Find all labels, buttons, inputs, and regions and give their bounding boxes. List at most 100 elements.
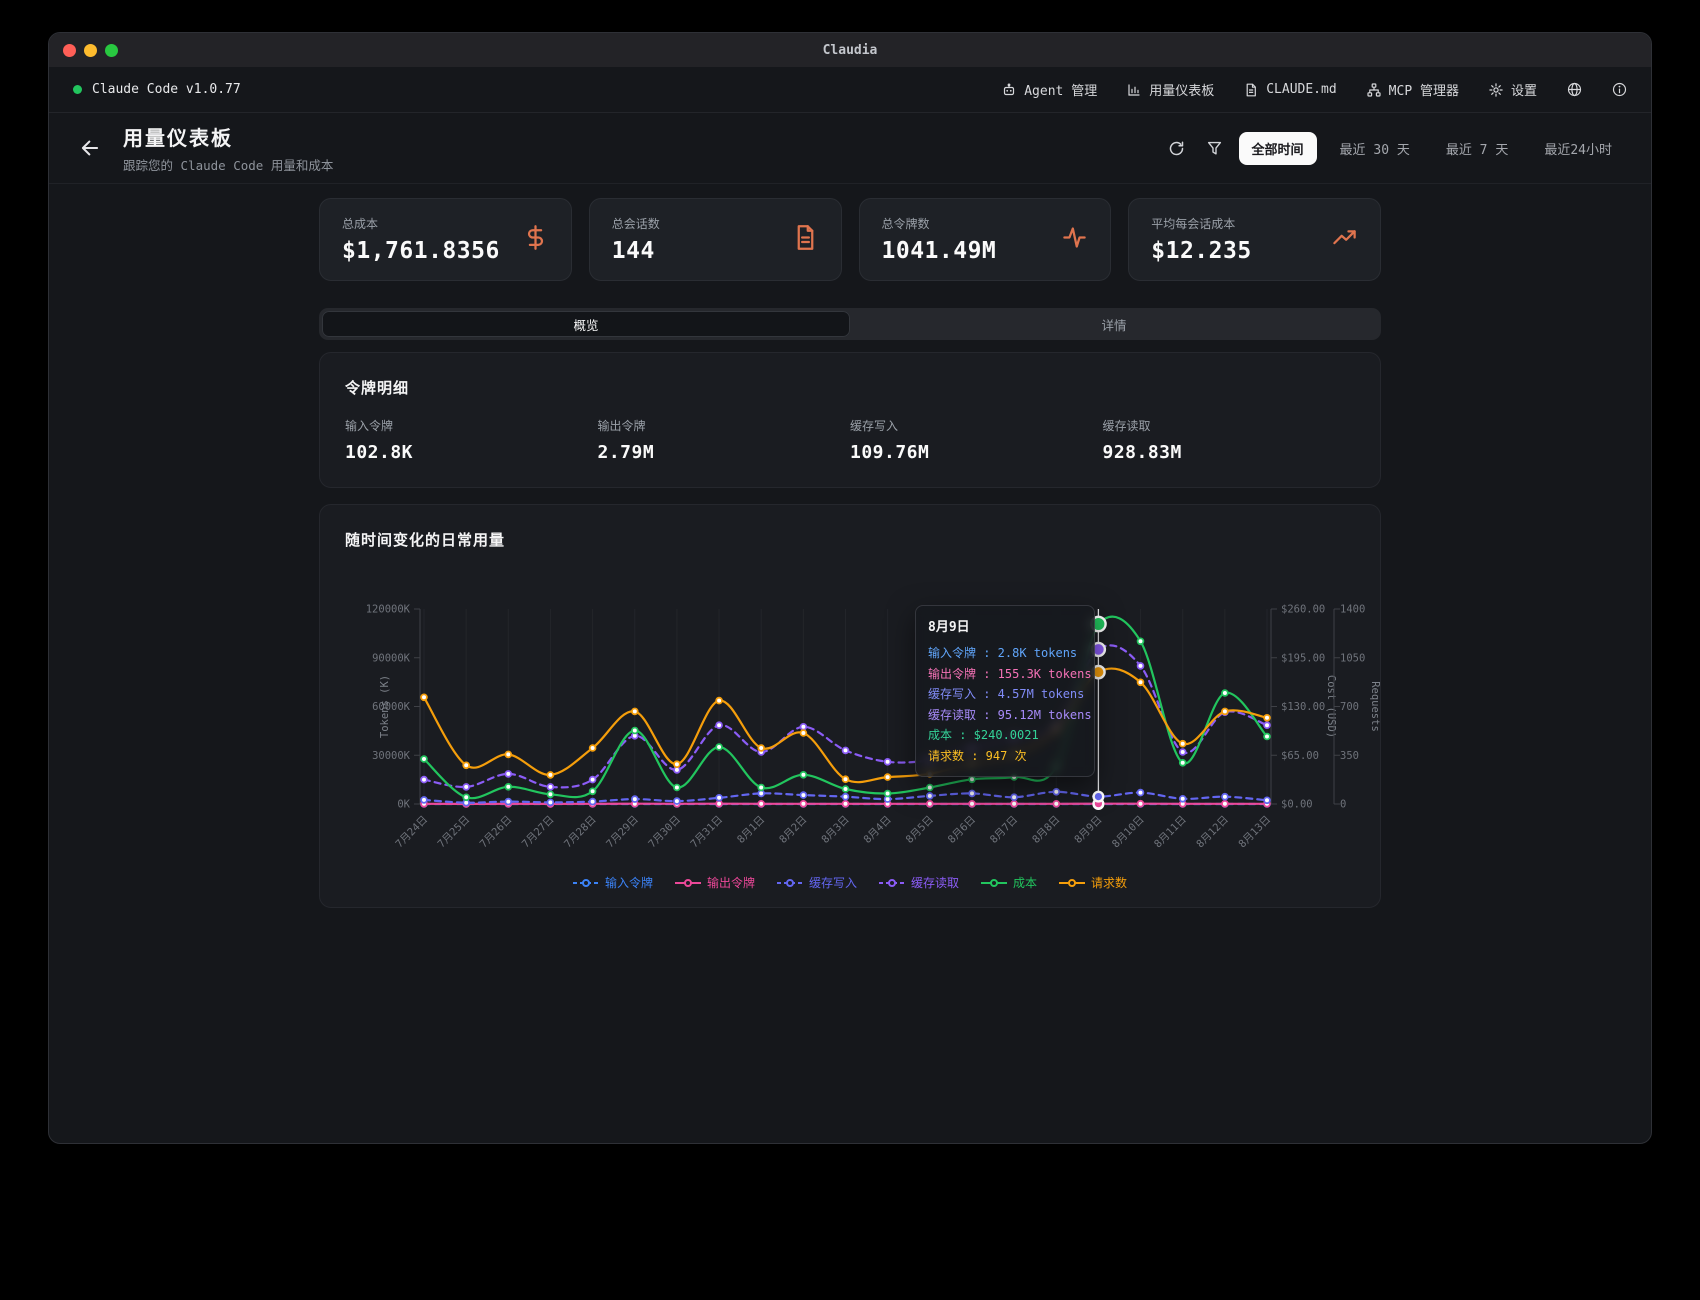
svg-text:8月4日: 8月4日 (861, 814, 893, 846)
nav-item-usage[interactable]: 用量仪表板 (1127, 80, 1214, 99)
refresh-button[interactable] (1163, 134, 1191, 162)
token-breakdown-item: 缓存写入 109.76M (850, 417, 1103, 463)
titlebar: Claudia (49, 33, 1651, 67)
token-item-label: 缓存写入 (850, 417, 1103, 434)
stat-icon-wrap (1331, 224, 1358, 255)
gear-icon (1489, 83, 1503, 97)
nav-item-claudemd[interactable]: CLAUDE.md (1244, 82, 1336, 97)
stat-value: $1,761.8356 (342, 238, 500, 264)
nav-item-mcp[interactable]: MCP 管理器 (1367, 80, 1459, 99)
stat-text: 平均每会话成本 $12.235 (1151, 215, 1251, 264)
svg-text:8月12日: 8月12日 (1194, 814, 1231, 851)
legend-label: 输出令牌 (707, 874, 755, 891)
main-content: 总成本 $1,761.8356 总会话数 144 总令牌数 1041.49M 平… (49, 198, 1651, 908)
zoom-window-button[interactable] (105, 44, 118, 57)
filter-button[interactable] (1201, 134, 1229, 162)
window-title: Claudia (49, 43, 1651, 58)
svg-text:8月9日: 8月9日 (1072, 814, 1104, 846)
app-window: Claudia Claude Code v1.0.77 Agent 管理用量仪表… (48, 32, 1652, 1144)
dollar-icon (522, 224, 549, 251)
stat-cards-row: 总成本 $1,761.8356 总会话数 144 总令牌数 1041.49M 平… (319, 198, 1381, 281)
legend-swatch-icon (573, 878, 599, 888)
chart-title: 随时间变化的日常用量 (345, 529, 1355, 550)
legend-swatch-icon (675, 878, 701, 888)
stat-text: 总会话数 144 (612, 215, 660, 264)
svg-text:700: 700 (1340, 701, 1359, 713)
svg-text:8月11日: 8月11日 (1152, 814, 1189, 851)
token-item-value: 928.83M (1103, 442, 1356, 463)
nav-item-agents[interactable]: Agent 管理 (1002, 80, 1097, 99)
file-icon (1244, 83, 1258, 97)
network-icon (1367, 83, 1381, 97)
app-status: Claude Code v1.0.77 (73, 82, 241, 97)
stat-label: 总令牌数 (882, 215, 997, 232)
stat-value: 144 (612, 238, 660, 264)
daily-usage-chart[interactable]: 120000K90000K60000K30000K0KTokens (K)$26… (320, 559, 1382, 859)
tooltip-row: 缓存读取 : 95.12M tokens (928, 705, 1082, 726)
svg-text:0: 0 (1340, 799, 1346, 811)
arrow-left-icon (81, 139, 99, 157)
tooltip-row: 输入令牌 : 2.8K tokens (928, 643, 1082, 664)
time-filter-all[interactable]: 全部时间 (1239, 132, 1317, 165)
stat-label: 总会话数 (612, 215, 660, 232)
stat-icon-wrap (792, 224, 819, 255)
tab-details[interactable]: 详情 (850, 311, 1378, 337)
close-window-button[interactable] (63, 44, 76, 57)
legend-label: 请求数 (1091, 874, 1127, 891)
legend-label: 输入令牌 (605, 874, 653, 891)
nav-item-about[interactable] (1612, 82, 1627, 97)
token-breakdown-card: 令牌明细 输入令牌 102.8K输出令牌 2.79M缓存写入 109.76M缓存… (319, 352, 1381, 488)
svg-text:Tokens (K): Tokens (K) (379, 675, 391, 738)
nav-item-label: CLAUDE.md (1266, 82, 1336, 97)
svg-text:8月3日: 8月3日 (819, 814, 851, 846)
svg-text:60000K: 60000K (372, 701, 411, 713)
chart-legend: 输入令牌输出令牌缓存写入缓存读取成本请求数 (320, 874, 1380, 891)
svg-text:8月8日: 8月8日 (1030, 814, 1062, 846)
tab-overview[interactable]: 概览 (322, 311, 850, 337)
stat-text: 总令牌数 1041.49M (882, 215, 997, 264)
nav-item-label: 设置 (1511, 80, 1537, 99)
stat-value: $12.235 (1151, 238, 1251, 264)
svg-text:8月7日: 8月7日 (988, 814, 1020, 846)
stat-label: 平均每会话成本 (1151, 215, 1251, 232)
token-item-value: 109.76M (850, 442, 1103, 463)
time-filter-7d[interactable]: 最近 7 天 (1433, 132, 1521, 165)
legend-label: 缓存写入 (809, 874, 857, 891)
nav-item-language[interactable] (1567, 82, 1582, 97)
traffic-lights (49, 44, 118, 57)
page-header: 用量仪表板 跟踪您的 Claude Code 用量和成本 全部时间最近 30 天… (49, 113, 1651, 184)
token-item-value: 2.79M (598, 442, 851, 463)
tooltip-row: 输出令牌 : 155.3K tokens (928, 664, 1082, 685)
token-breakdown-item: 输入令牌 102.8K (345, 417, 598, 463)
stat-icon-wrap (522, 224, 549, 255)
svg-text:$65.00: $65.00 (1281, 750, 1319, 762)
tooltip-row: 请求数 : 947 次 (928, 746, 1082, 767)
activity-icon (1061, 224, 1088, 251)
svg-text:$260.00: $260.00 (1281, 604, 1325, 616)
svg-text:7月28日: 7月28日 (562, 814, 599, 851)
back-button[interactable] (75, 133, 105, 163)
svg-text:7月27日: 7月27日 (520, 814, 557, 851)
view-tabs: 概览详情 (319, 308, 1381, 340)
svg-text:$0.00: $0.00 (1281, 799, 1313, 811)
stat-card-2: 总令牌数 1041.49M (859, 198, 1112, 281)
top-nav: Agent 管理 用量仪表板 CLAUDE.md MCP 管理器 设置 (1002, 80, 1627, 99)
legend-swatch-icon (879, 878, 905, 888)
svg-text:7月31日: 7月31日 (688, 814, 725, 851)
nav-item-settings[interactable]: 设置 (1489, 80, 1537, 99)
svg-text:7月30日: 7月30日 (646, 814, 683, 851)
legend-item: 请求数 (1059, 874, 1127, 891)
page-subtitle: 跟踪您的 Claude Code 用量和成本 (123, 155, 333, 174)
svg-text:90000K: 90000K (372, 652, 411, 664)
legend-item: 缓存读取 (879, 874, 959, 891)
token-breakdown-item: 输出令牌 2.79M (598, 417, 851, 463)
token-item-label: 输入令牌 (345, 417, 598, 434)
robot-icon (1002, 83, 1016, 97)
time-filter-24h[interactable]: 最近24小时 (1531, 132, 1625, 165)
info-icon (1612, 82, 1627, 97)
legend-item: 缓存写入 (777, 874, 857, 891)
time-filter-30d[interactable]: 最近 30 天 (1327, 132, 1423, 165)
minimize-window-button[interactable] (84, 44, 97, 57)
tooltip-date: 8月9日 (928, 616, 1082, 635)
stat-value: 1041.49M (882, 238, 997, 264)
